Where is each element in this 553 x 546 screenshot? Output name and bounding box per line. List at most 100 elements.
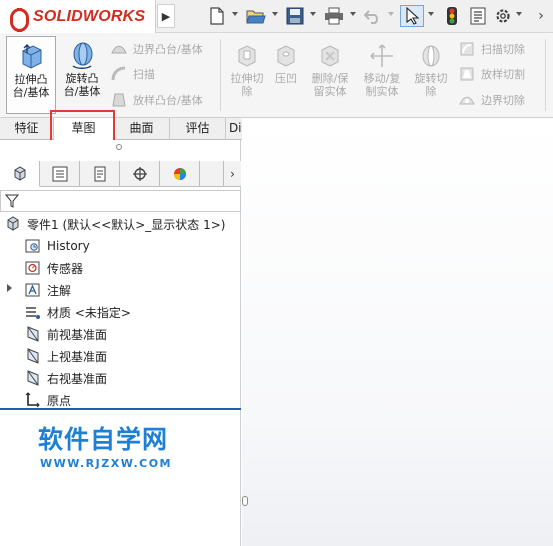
save-dropdown-caret[interactable] bbox=[310, 12, 316, 16]
tab-features[interactable]: 特征 bbox=[0, 118, 54, 140]
pane-tab-strip: › bbox=[0, 161, 241, 187]
material-icon bbox=[24, 303, 42, 321]
feature-manager-tab[interactable] bbox=[0, 161, 40, 187]
delete-keep-body-label: 删除/保 留实体 bbox=[311, 72, 349, 98]
ds-logo-icon bbox=[8, 6, 30, 32]
open-dropdown-caret[interactable] bbox=[272, 12, 278, 16]
menu-expand-button[interactable]: ▶ bbox=[157, 4, 175, 28]
display-manager-tab[interactable] bbox=[160, 161, 200, 187]
configuration-icon bbox=[94, 166, 105, 182]
property-manager-tab[interactable] bbox=[40, 161, 80, 187]
revolved-cut-label: 旋转切 除 bbox=[414, 72, 448, 98]
part-icon bbox=[4, 215, 22, 233]
revolved-cut-button[interactable]: 旋转切 除 bbox=[408, 36, 454, 114]
options-gear-icon[interactable] bbox=[492, 5, 514, 27]
sweep-icon bbox=[110, 65, 128, 83]
lofted-cut-button[interactable]: 放样切割 bbox=[458, 63, 525, 85]
select-cursor-icon[interactable] bbox=[400, 5, 424, 27]
delete-body-icon bbox=[321, 45, 339, 67]
solidworks-logo[interactable]: SOLIDWORKS bbox=[0, 0, 156, 33]
traffic-light-icon[interactable] bbox=[442, 5, 462, 27]
tree-item-label: History bbox=[47, 239, 90, 253]
new-dropdown-caret[interactable] bbox=[232, 12, 238, 16]
print-icon[interactable] bbox=[322, 5, 346, 27]
graphics-area[interactable] bbox=[242, 118, 553, 546]
tree-item-label: 前视基准面 bbox=[47, 327, 108, 342]
save-icon[interactable] bbox=[284, 5, 306, 27]
plane-icon bbox=[24, 347, 42, 365]
boundary-boss-label: 边界凸台/基体 bbox=[133, 43, 203, 56]
tree-item-top-plane[interactable]: 上视基准面 bbox=[24, 346, 107, 366]
expand-arrow-icon[interactable] bbox=[7, 284, 12, 292]
sensor-icon bbox=[24, 259, 42, 277]
select-dropdown-caret[interactable] bbox=[428, 12, 434, 16]
tree-rollback-divider bbox=[0, 408, 241, 410]
origin-icon bbox=[24, 391, 42, 409]
tree-item-sensors[interactable]: 传感器 bbox=[24, 258, 83, 278]
hole-wizard-label: 压凹 bbox=[275, 72, 297, 85]
swept-cut-icon bbox=[458, 40, 476, 58]
pane-tabs-more-button[interactable]: › bbox=[223, 161, 241, 187]
pane-collapse-grip[interactable] bbox=[242, 496, 248, 506]
configuration-manager-tab[interactable] bbox=[80, 161, 120, 187]
boundary-cut-button[interactable]: 边界切除 bbox=[458, 89, 525, 111]
revolved-boss-button[interactable]: 旋转凸 台/基体 bbox=[57, 36, 107, 114]
tab-surfaces[interactable]: 曲面 bbox=[114, 118, 170, 140]
tree-item-material[interactable]: 材质 <未指定> bbox=[24, 302, 131, 322]
boundary-cut-icon bbox=[458, 91, 476, 109]
extruded-boss-icon bbox=[22, 44, 42, 69]
lofted-cut-icon bbox=[458, 65, 476, 83]
property-list-icon bbox=[52, 166, 67, 182]
hole-wizard-button[interactable]: 压凹 bbox=[264, 36, 308, 114]
crosshair-icon bbox=[132, 167, 147, 181]
tab-sketch[interactable]: 草图 bbox=[54, 118, 114, 140]
swept-cut-button[interactable]: 扫描切除 bbox=[458, 38, 525, 60]
revolved-boss-icon bbox=[72, 42, 93, 69]
hole-wizard-icon bbox=[277, 45, 295, 67]
tree-item-origin[interactable]: 原点 bbox=[24, 390, 71, 410]
ribbon-separator bbox=[220, 39, 221, 111]
sweep-label: 扫描 bbox=[133, 68, 155, 81]
feature-tree-icon bbox=[14, 165, 25, 181]
loft-boss-label: 放样凸台/基体 bbox=[133, 94, 203, 107]
delete-keep-body-button[interactable]: 删除/保 留实体 bbox=[305, 36, 355, 114]
extruded-boss-button[interactable]: 拉伸凸 台/基体 bbox=[6, 36, 56, 114]
new-document-icon[interactable] bbox=[206, 5, 228, 27]
print-dropdown-caret[interactable] bbox=[350, 12, 356, 16]
tree-item-history[interactable]: History bbox=[24, 236, 90, 256]
appearance-pie-icon bbox=[173, 168, 186, 180]
ribbon-separator bbox=[545, 39, 546, 111]
extruded-boss-label: 拉伸凸 台/基体 bbox=[12, 73, 50, 99]
watermark: 软件自学网 WWW.RJZXW.COM bbox=[38, 420, 172, 470]
undo-dropdown-caret[interactable] bbox=[388, 12, 394, 16]
file-properties-icon[interactable] bbox=[467, 5, 489, 27]
revolved-cut-icon bbox=[422, 45, 440, 67]
move-copy-body-button[interactable]: 移动/复 制实体 bbox=[357, 36, 407, 114]
tree-item-right-plane[interactable]: 右视基准面 bbox=[24, 368, 107, 388]
tree-item-label: 材质 <未指定> bbox=[47, 305, 131, 320]
tree-item-front-plane[interactable]: 前视基准面 bbox=[24, 324, 107, 344]
tree-item-label: 上视基准面 bbox=[47, 349, 108, 364]
tree-item-label: 传感器 bbox=[47, 261, 84, 276]
tab-evaluate[interactable]: 评估 bbox=[170, 118, 226, 140]
boundary-boss-button[interactable]: 边界凸台/基体 bbox=[110, 38, 203, 60]
pane-resize-grip[interactable] bbox=[116, 144, 122, 150]
tree-item-annotations[interactable]: 注解 bbox=[24, 280, 71, 300]
move-copy-body-icon bbox=[370, 44, 393, 67]
tree-filter-bar[interactable] bbox=[0, 190, 241, 212]
boundary-cut-label: 边界切除 bbox=[481, 94, 525, 107]
open-folder-icon[interactable] bbox=[244, 5, 268, 27]
toolbar-more-button[interactable]: › bbox=[532, 5, 550, 27]
watermark-url: WWW.RJZXW.COM bbox=[40, 457, 172, 470]
options-dropdown-caret[interactable] bbox=[516, 12, 522, 16]
watermark-title: 软件自学网 bbox=[38, 425, 169, 454]
undo-icon[interactable] bbox=[362, 5, 384, 27]
dimxpert-manager-tab[interactable] bbox=[120, 161, 160, 187]
sweep-button[interactable]: 扫描 bbox=[110, 63, 155, 85]
loft-boss-button[interactable]: 放样凸台/基体 bbox=[110, 89, 203, 111]
move-copy-body-label: 移动/复 制实体 bbox=[363, 72, 401, 98]
plane-icon bbox=[24, 325, 42, 343]
tree-root-part[interactable]: 零件1 (默认<<默认>_显示状态 1>) bbox=[4, 214, 225, 234]
tree-root-label: 零件1 (默认<<默认>_显示状态 1>) bbox=[27, 217, 226, 232]
tree-item-label: 右视基准面 bbox=[47, 371, 108, 386]
